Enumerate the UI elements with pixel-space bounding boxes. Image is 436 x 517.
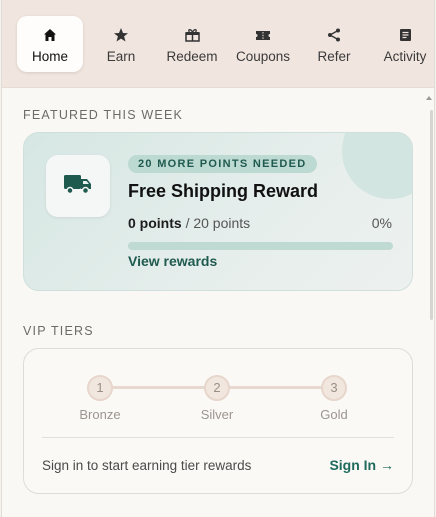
signin-prompt: Sign in to start earning tier rewards (42, 458, 252, 473)
tab-redeem[interactable]: Redeem (159, 16, 225, 72)
tier-label-gold: Gold (320, 407, 348, 422)
tier-label-bronze: Bronze (79, 407, 121, 422)
rewards-panel: Home Earn Redeem Coupons Refer Activity … (1, 0, 435, 517)
truck-icon (63, 173, 93, 200)
gift-icon (184, 25, 200, 45)
decorative-circle (342, 133, 412, 199)
star-icon (113, 25, 129, 45)
points-needed-badge: 20 MORE POINTS NEEDED (128, 155, 317, 173)
home-icon (43, 25, 57, 45)
progress-percent: 0% (371, 215, 392, 231)
top-nav: Home Earn Redeem Coupons Refer Activity (2, 0, 434, 88)
coupon-icon (255, 25, 271, 45)
tab-home[interactable]: Home (17, 16, 83, 72)
points-total: / 20 points (185, 215, 251, 231)
vip-section-title: VIP TIERS (23, 324, 94, 338)
scrollbar-thumb[interactable] (430, 110, 433, 320)
tab-refer[interactable]: Refer (301, 16, 367, 72)
reward-title: Free Shipping Reward (128, 181, 319, 201)
share-icon (327, 25, 341, 45)
sign-in-link[interactable]: Sign In → (329, 457, 394, 473)
points-progress-text: 0 points / 20 points (128, 215, 250, 231)
tier-node-silver: 2 (204, 375, 230, 401)
tier-node-bronze: 1 (87, 375, 113, 401)
view-rewards-link[interactable]: View rewards (128, 253, 217, 269)
featured-reward-card: 20 MORE POINTS NEEDED Free Shipping Rewa… (23, 132, 413, 291)
scroll-up-arrow[interactable] (426, 96, 432, 100)
tab-label: Earn (106, 49, 136, 64)
reward-icon-box (46, 155, 110, 217)
tab-label: Coupons (235, 49, 291, 64)
points-current: 0 points (128, 215, 182, 231)
tab-label: Home (31, 49, 68, 64)
tier-node-gold: 3 (321, 375, 347, 401)
featured-section-title: FEATURED THIS WEEK (23, 108, 184, 122)
tab-activity[interactable]: Activity (372, 16, 434, 72)
tab-label: Refer (317, 49, 351, 64)
divider (42, 437, 394, 438)
tab-label: Redeem (166, 49, 218, 64)
progress-bar (128, 242, 393, 250)
tab-coupons[interactable]: Coupons (230, 16, 296, 72)
activity-list-icon (399, 25, 412, 45)
tab-earn[interactable]: Earn (88, 16, 154, 72)
vip-tiers-card: 1 2 3 Bronze Silver Gold Sign in to star… (23, 348, 413, 494)
tier-label-silver: Silver (200, 407, 234, 422)
tab-label: Activity (383, 49, 427, 64)
